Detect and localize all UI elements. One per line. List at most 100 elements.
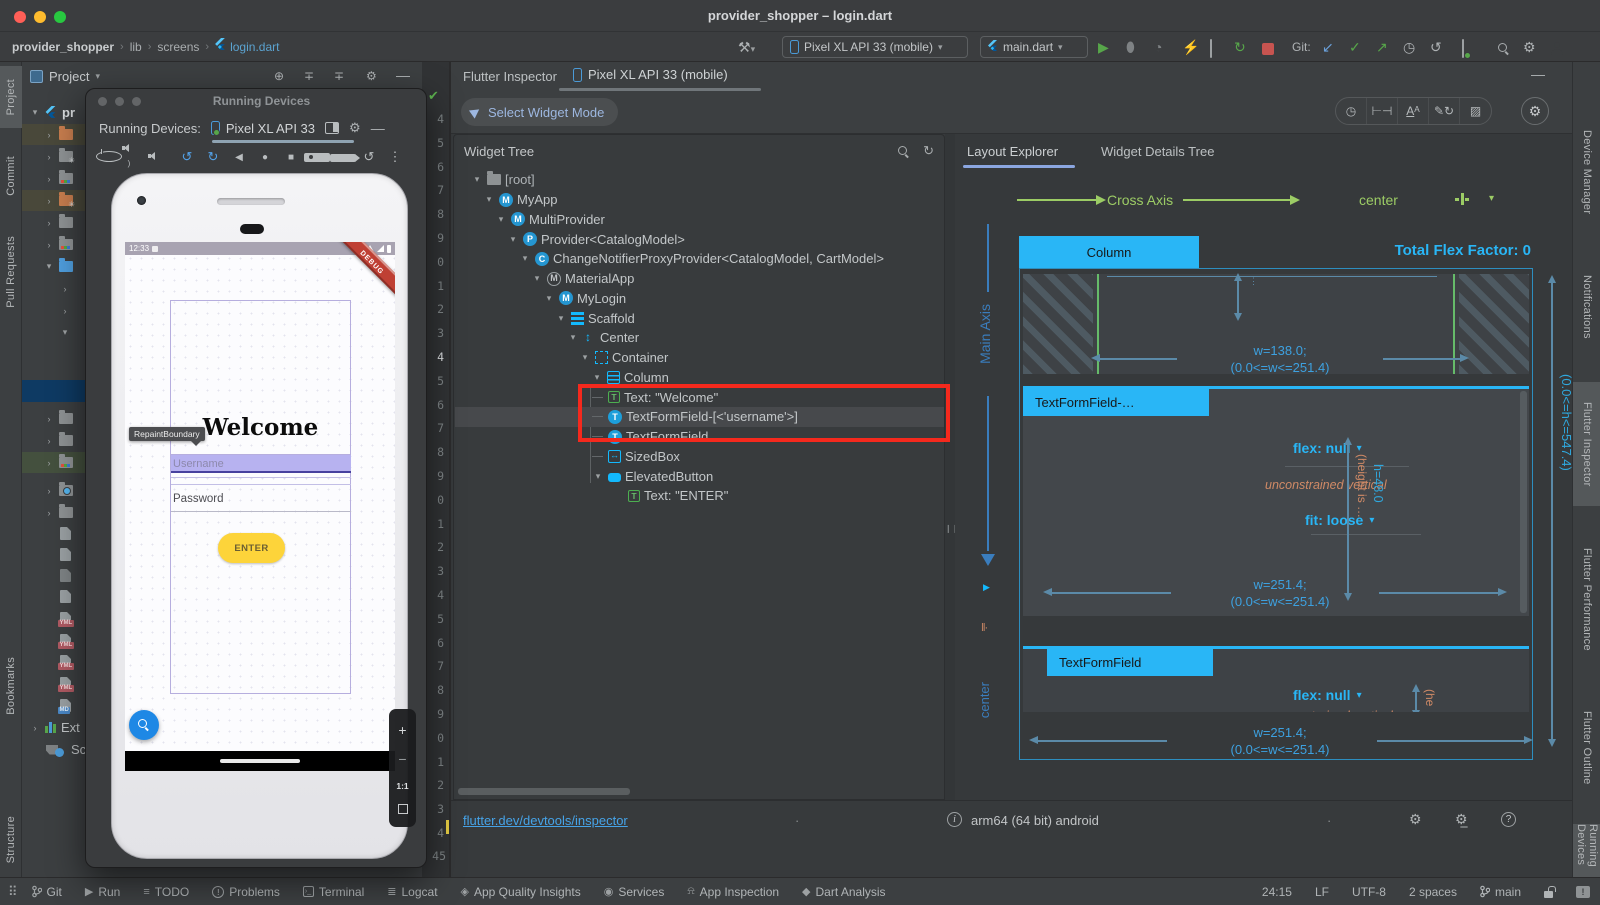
caret-position[interactable]: 24:15 <box>1262 885 1292 899</box>
inspector-panel-title[interactable]: Flutter Inspector <box>463 69 557 84</box>
project-settings-gear-icon[interactable]: ⚙ <box>366 69 377 83</box>
project-row[interactable]: › <box>44 502 73 523</box>
tool-window-grid-icon[interactable]: ⠿ <box>8 884 18 900</box>
footer-hot-reload-icon[interactable]: ⚙̲ <box>1455 811 1468 828</box>
username-field[interactable]: Username <box>171 454 351 473</box>
project-yaml-file-row[interactable]: YML <box>60 673 71 694</box>
android-overview-icon[interactable]: ■ <box>278 152 304 163</box>
volume-up-icon[interactable]: ) <box>122 142 148 172</box>
textformfield-tab[interactable]: TextFormField <box>1047 649 1213 676</box>
zoom-in-button[interactable]: + <box>398 722 406 738</box>
project-row[interactable]: › <box>44 168 73 189</box>
run-config-selector[interactable]: main.dart▾ <box>980 36 1088 58</box>
panel-hide-icon[interactable]: — <box>1531 66 1545 82</box>
screen-record-icon[interactable] <box>330 150 356 165</box>
project-file-row[interactable] <box>60 544 71 565</box>
sidebar-tab-flutter-outline[interactable]: Flutter Outline <box>1573 690 1600 806</box>
stop-button[interactable] <box>1262 43 1274 55</box>
password-field[interactable]: Password <box>171 490 351 512</box>
notifications-icon[interactable]: ! <box>1576 886 1590 898</box>
git-update-icon[interactable]: ↙ <box>1322 39 1334 56</box>
tree-row-mylogin[interactable]: ▾MMyLogin <box>455 289 944 309</box>
cross-axis-alignment-value[interactable]: center <box>1359 192 1398 208</box>
debug-button[interactable]: ⬮ <box>1126 39 1135 56</box>
column-widget-tab[interactable]: Column <box>1019 236 1199 268</box>
rotate-left-icon[interactable]: ↺ <box>174 149 200 165</box>
project-yaml-file-row[interactable]: YML <box>60 630 71 651</box>
tree-row-provider[interactable]: ▾PProvider<CatalogModel> <box>455 229 944 249</box>
project-row-test[interactable]: › <box>44 480 73 501</box>
zoom-reset-button[interactable]: 1:1 <box>396 781 408 791</box>
tree-row-changenotifier[interactable]: ▾CChangeNotifierProxyProvider<CatalogMod… <box>455 249 944 269</box>
breadcrumb-project[interactable]: provider_shopper <box>12 40 114 54</box>
running-devices-titlebar[interactable]: Running Devices <box>86 89 426 113</box>
locate-file-icon[interactable]: ⊕ <box>274 69 284 83</box>
statusbar-app-inspection[interactable]: ⍾App Inspection <box>687 885 779 899</box>
kebab-menu-icon[interactable]: ⋮ <box>382 149 408 165</box>
fit-dropdown-chevron-icon[interactable]: ▾ <box>1369 515 1374 526</box>
project-row[interactable]: › <box>60 300 70 321</box>
git-commit-icon[interactable]: ✓ <box>1349 39 1361 56</box>
file-encoding[interactable]: UTF-8 <box>1352 885 1386 899</box>
statusbar-app-quality-insights[interactable]: ◈App Quality Insights <box>461 885 581 899</box>
history-icon[interactable]: ◷ <box>1403 39 1415 56</box>
breadcrumb-screens[interactable]: screens <box>157 40 199 54</box>
sidebar-tab-pull-requests[interactable]: Pull Requests <box>0 224 22 320</box>
horizontal-scrollbar[interactable] <box>458 788 630 795</box>
project-row[interactable]: › <box>44 234 73 255</box>
project-root-row[interactable]: ▾ pr <box>30 102 75 123</box>
footer-settings-gear-icon[interactable]: ⚙ <box>1409 811 1422 828</box>
minimize-panel-icon[interactable]: — <box>371 120 385 136</box>
indent-setting[interactable]: 2 spaces <box>1409 885 1457 899</box>
tree-row-container[interactable]: ▾Container <box>455 348 944 368</box>
collapse-all-icon[interactable]: ∓ <box>334 69 344 83</box>
attach-debugger-icon[interactable] <box>1210 40 1212 58</box>
screenshot-camera-icon[interactable] <box>304 150 330 165</box>
profile-button[interactable]: ◔ <box>1154 39 1162 55</box>
git-branch[interactable]: main <box>1480 885 1521 899</box>
show-baselines-icon[interactable]: Aᴬ <box>1398 98 1429 124</box>
tree-row-elevatedbutton[interactable]: ▾ElevatedButton <box>455 466 944 486</box>
alignment-icon[interactable] <box>1455 193 1469 205</box>
textformfield-username-tab[interactable]: TextFormField-… <box>1023 389 1209 416</box>
project-yaml-file-row[interactable]: YML <box>60 651 71 672</box>
statusbar-logcat[interactable]: ≣Logcat <box>387 885 437 899</box>
tree-row-text-enter[interactable]: TText: "ENTER" <box>455 486 944 506</box>
device-settings-gear-icon[interactable]: ⚙ <box>349 120 361 136</box>
rotate-right-icon[interactable]: ↻ <box>200 149 226 165</box>
tab-layout-explorer[interactable]: Layout Explorer <box>967 144 1058 159</box>
project-row[interactable]: › <box>44 146 73 167</box>
hot-restart-icon[interactable]: ↻ <box>1234 39 1246 56</box>
android-home-icon[interactable]: ● <box>252 152 278 163</box>
statusbar-services[interactable]: ◉Services <box>604 885 665 899</box>
tab-widget-details-tree[interactable]: Widget Details Tree <box>1101 144 1214 159</box>
project-file-row[interactable] <box>60 586 71 607</box>
devtools-settings-gear-icon[interactable]: ⚙ <box>1521 97 1549 125</box>
project-scratches-row[interactable]: Sc <box>46 739 86 760</box>
sidebar-tab-device-manager[interactable]: Device Manager <box>1573 112 1600 232</box>
sidebar-tab-notifications[interactable]: Notifications <box>1573 257 1600 357</box>
enter-button[interactable]: ENTER <box>218 533 285 563</box>
slow-animations-icon[interactable]: ◷ <box>1336 98 1367 124</box>
project-row[interactable]: › <box>60 278 70 299</box>
device-tab[interactable]: Pixel XL API 33 <box>211 121 315 136</box>
project-file-row[interactable] <box>60 523 71 544</box>
sidebar-tab-running-devices[interactable]: Running Devices <box>1573 824 1600 877</box>
project-row[interactable]: › <box>44 212 73 233</box>
project-external-libraries-row[interactable]: › Ext <box>30 717 80 738</box>
project-row[interactable]: ▾ <box>60 322 70 343</box>
sidebar-tab-flutter-inspector[interactable]: Flutter Inspector <box>1573 382 1600 506</box>
statusbar-git[interactable]: Git <box>32 885 62 899</box>
project-row[interactable]: › <box>44 408 73 429</box>
sidebar-tab-commit[interactable]: Commit <box>0 146 22 206</box>
statusbar-problems[interactable]: !Problems <box>212 885 280 899</box>
alignment-dropdown-chevron-icon[interactable]: ▾ <box>1489 193 1494 204</box>
expand-all-icon[interactable]: ∓ <box>304 69 314 83</box>
highlight-repaints-icon[interactable]: ✎↻ <box>1429 98 1460 124</box>
statusbar-dart-analysis[interactable]: ◆Dart Analysis <box>802 885 886 899</box>
statusbar-terminal[interactable]: ›_Terminal <box>303 885 364 899</box>
phone-screen[interactable]: 12:33 DEBUG Welcome RepaintBoundary User… <box>125 242 395 771</box>
android-back-icon[interactable]: ◀ <box>226 152 252 163</box>
rollback-icon[interactable]: ↺ <box>1430 39 1442 56</box>
run-button[interactable]: ▶ <box>1098 39 1109 56</box>
